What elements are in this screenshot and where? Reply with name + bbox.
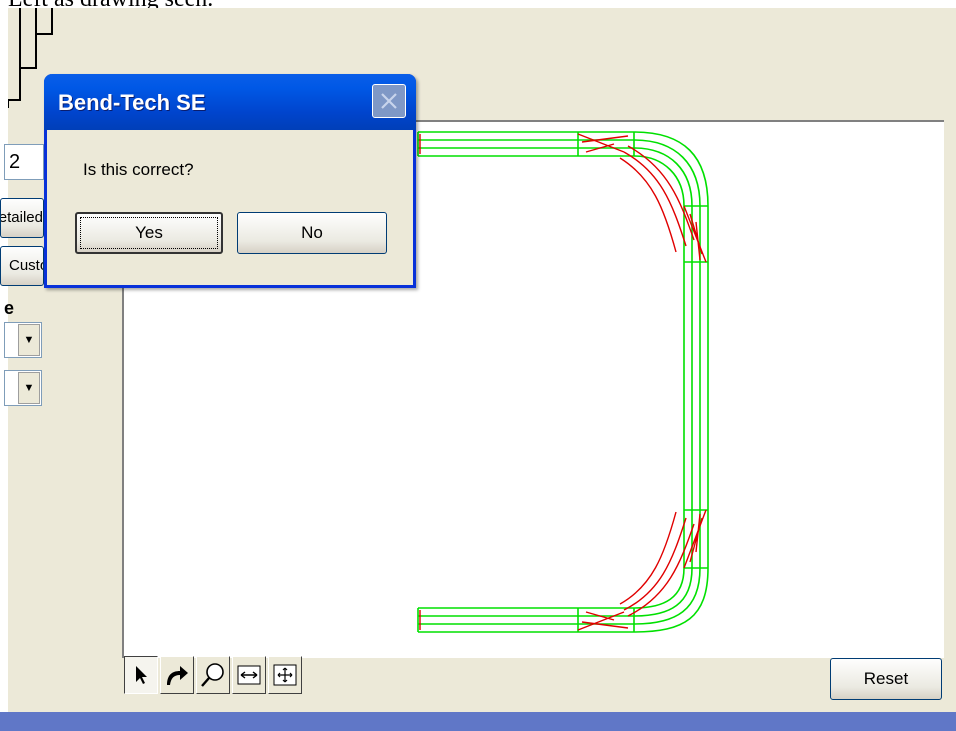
select-tool-button[interactable] <box>124 656 158 694</box>
reset-button[interactable]: Reset <box>830 658 942 700</box>
chevron-down-icon[interactable]: ▼ <box>18 372 40 404</box>
zoom-magnifier-icon <box>201 663 224 687</box>
side-dropdown-2[interactable]: ▼ <box>4 370 42 406</box>
confirm-dialog: Bend-Tech SE Is this correct? Yes No <box>44 74 416 288</box>
view-toolbar <box>124 656 302 698</box>
custom-button[interactable]: Custom <box>0 246 44 286</box>
bend-markers <box>419 133 707 631</box>
rotate-tool-button[interactable] <box>160 656 194 694</box>
pan-move-icon <box>273 664 297 686</box>
custom-button-label: Custom <box>9 257 43 274</box>
bend-count-field[interactable]: 2 <box>4 144 44 180</box>
dialog-titlebar[interactable]: Bend-Tech SE <box>44 74 416 130</box>
measure-distance-icon <box>237 665 261 685</box>
detailed-button-label: Detailed <box>1 209 43 226</box>
dialog-message: Is this correct? <box>83 160 194 179</box>
select-arrow-icon <box>136 666 147 684</box>
reset-button-label: Reset <box>863 669 909 688</box>
side-panel-edge <box>0 8 8 720</box>
dialog-title: Bend-Tech SE <box>58 90 206 115</box>
close-icon <box>381 93 397 109</box>
tube-outline <box>417 131 709 633</box>
zoom-tool-button[interactable] <box>196 656 230 694</box>
side-dropdown-1[interactable]: ▼ <box>4 322 42 358</box>
detailed-button[interactable]: Detailed <box>0 198 44 238</box>
chevron-down-icon[interactable]: ▼ <box>18 324 40 356</box>
measure-tool-button[interactable] <box>232 656 266 694</box>
window-bottom-border <box>0 712 956 731</box>
pan-tool-button[interactable] <box>268 656 302 694</box>
dialog-close-button[interactable] <box>372 84 406 118</box>
no-button[interactable]: No <box>237 212 387 254</box>
yes-button-label: Yes <box>135 223 163 242</box>
no-button-label: No <box>301 223 323 242</box>
yes-button[interactable]: Yes <box>75 212 223 254</box>
side-section-label: e <box>4 298 15 318</box>
rotate-arrow-icon <box>167 666 188 685</box>
